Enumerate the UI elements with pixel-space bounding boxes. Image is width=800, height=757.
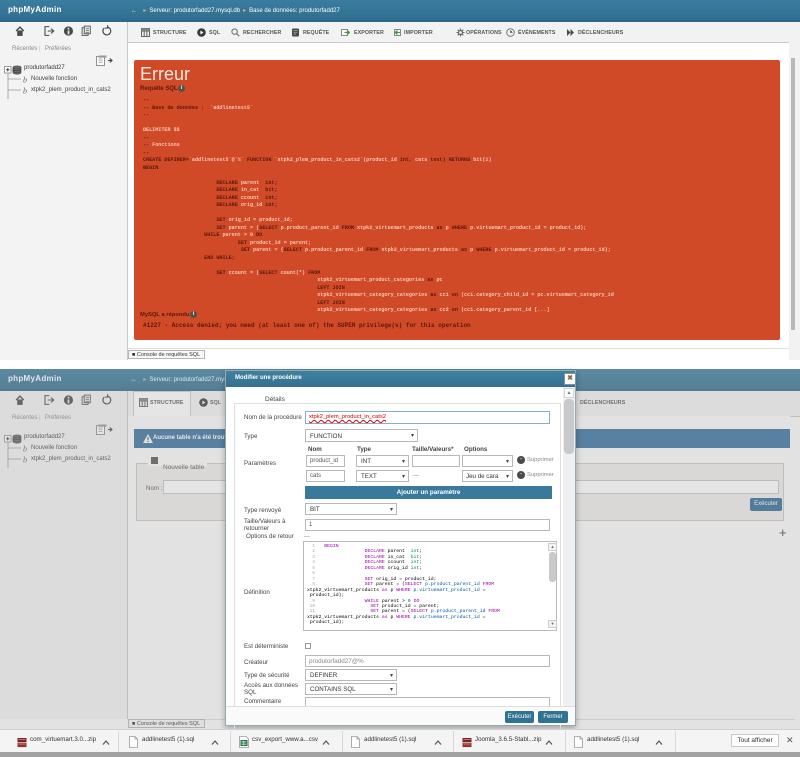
svg-text:b: b — [23, 87, 27, 96]
svg-text:b: b — [23, 76, 27, 85]
